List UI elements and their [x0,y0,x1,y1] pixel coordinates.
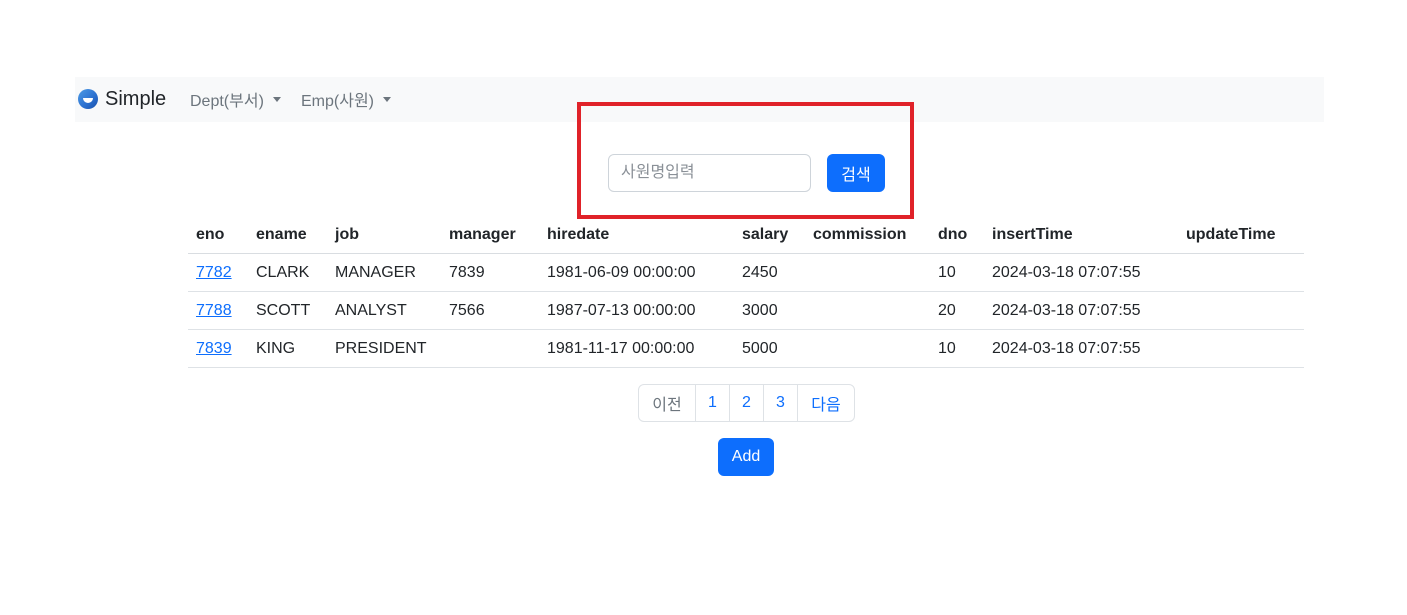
cell-salary: 3000 [734,291,805,330]
nav-dropdown-dept[interactable]: Dept(부서) [190,87,281,111]
column-header-manager: manager [441,216,539,254]
column-header-job: job [327,216,441,254]
cell-hiredate: 1981-06-09 00:00:00 [539,253,734,292]
cell-commission [805,253,930,292]
column-header-dno: dno [930,216,984,254]
caret-down-icon [383,96,391,102]
cell-job: PRESIDENT [327,329,441,368]
cell-manager: 7839 [441,253,539,292]
nav-dropdown-emp[interactable]: Emp(사원) [301,87,391,111]
page-prev-button[interactable]: 이전 [639,385,695,421]
cell-hiredate: 1981-11-17 00:00:00 [539,329,734,368]
cell-manager [441,329,539,368]
page-1-button[interactable]: 1 [695,385,729,421]
brand-link[interactable]: Simple [78,85,166,113]
cell-inserttime: 2024-03-18 07:07:55 [984,291,1178,330]
cell-manager: 7566 [441,291,539,330]
brand-logo-icon [78,89,98,109]
cell-inserttime: 2024-03-18 07:07:55 [984,253,1178,292]
cell-eno: 7839 [188,329,248,368]
brand-name: Simple [105,87,167,110]
cell-hiredate: 1987-07-13 00:00:00 [539,291,734,330]
nav-dropdown-dept-label: Dept(부서) [190,93,264,110]
page-2-button[interactable]: 2 [729,385,763,421]
cell-job: MANAGER [327,253,441,292]
table-header-row: eno ename job manager hiredate salary co… [188,216,1304,254]
table-row: 7788 SCOTT ANALYST 7566 1987-07-13 00:00… [188,291,1304,330]
cell-dno: 10 [930,329,984,368]
cell-updatetime [1178,329,1304,368]
cell-job: ANALYST [327,291,441,330]
column-header-updatetime: updateTime [1178,216,1304,254]
add-button[interactable]: Add [718,438,774,476]
cell-ename: KING [248,329,327,368]
column-header-inserttime: insertTime [984,216,1178,254]
caret-down-icon [272,96,281,102]
cell-eno: 7782 [188,253,248,292]
eno-link[interactable]: 7839 [196,340,232,357]
cell-commission [805,291,930,330]
cell-dno: 10 [930,253,984,292]
column-header-salary: salary [734,216,805,254]
eno-link[interactable]: 7788 [196,302,232,319]
eno-link[interactable]: 7782 [196,264,232,281]
employee-table: eno ename job manager hiredate salary co… [188,216,1304,368]
pagination: 이전 1 2 3 다음 [638,384,855,422]
cell-commission [805,329,930,368]
cell-dno: 20 [930,291,984,330]
cell-inserttime: 2024-03-18 07:07:55 [984,329,1178,368]
cell-salary: 2450 [734,253,805,292]
cell-updatetime [1178,253,1304,292]
table-row: 7839 KING PRESIDENT 1981-11-17 00:00:00 … [188,329,1304,368]
column-header-eno: eno [188,216,248,254]
cell-ename: CLARK [248,253,327,292]
page-next-button[interactable]: 다음 [797,385,854,421]
page-3-button[interactable]: 3 [763,385,797,421]
table-row: 7782 CLARK MANAGER 7839 1981-06-09 00:00… [188,253,1304,292]
search-button[interactable]: 검색 [827,154,885,192]
column-header-hiredate: hiredate [539,216,734,254]
cell-eno: 7788 [188,291,248,330]
cell-ename: SCOTT [248,291,327,330]
nav-dropdown-emp-label: Emp(사원) [301,93,374,110]
search-input[interactable] [608,154,811,192]
cell-salary: 5000 [734,329,805,368]
cell-updatetime [1178,291,1304,330]
column-header-ename: ename [248,216,327,254]
column-header-commission: commission [805,216,930,254]
